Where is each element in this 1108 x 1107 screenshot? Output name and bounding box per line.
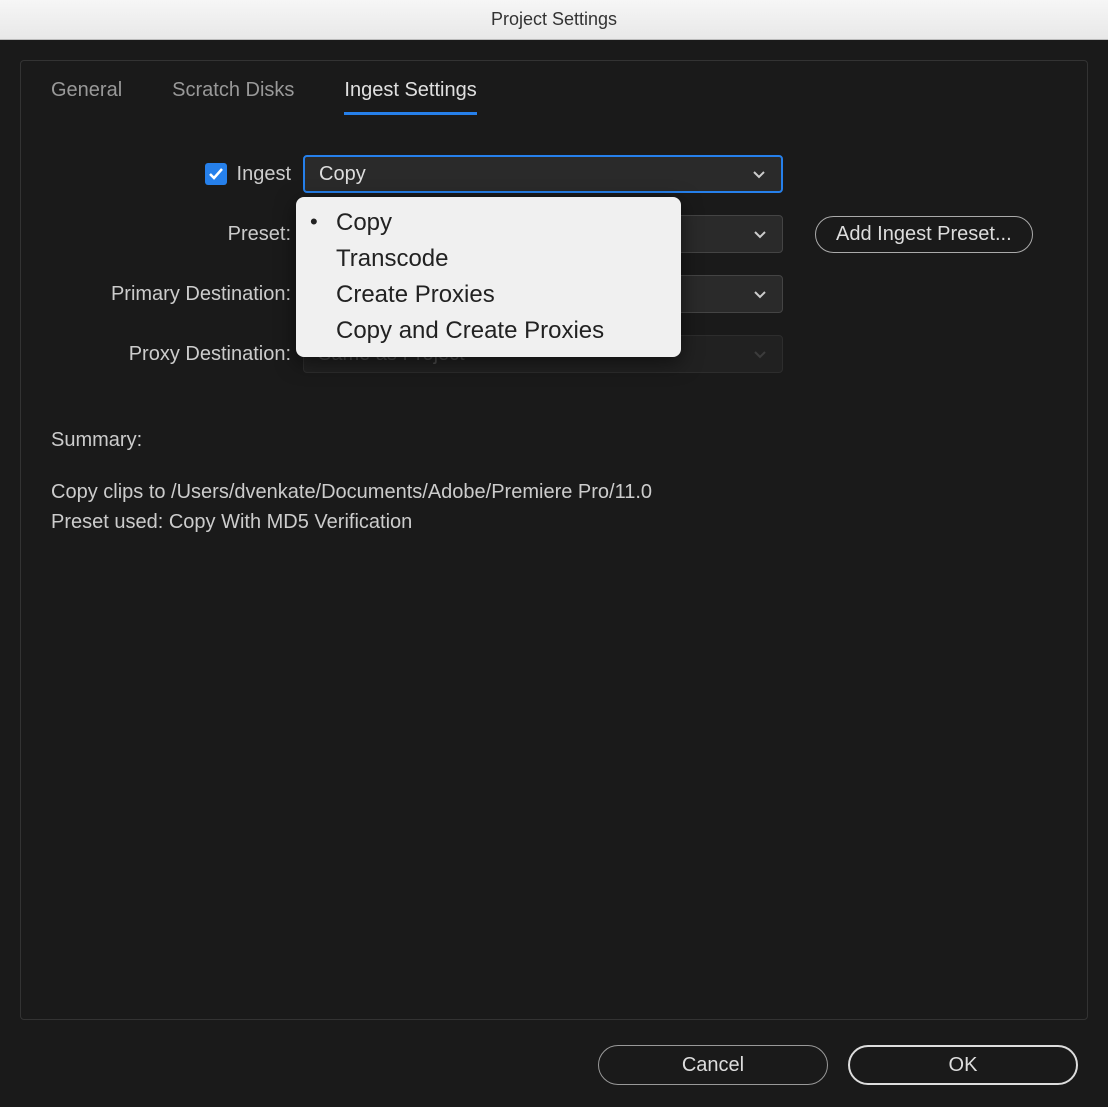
preset-label: Preset: xyxy=(228,223,291,246)
chevron-down-icon xyxy=(752,226,768,242)
tabs-bar: General Scratch Disks Ingest Settings xyxy=(21,61,1087,115)
ingest-option-copy[interactable]: Copy xyxy=(296,205,681,241)
dialog-footer: Cancel OK xyxy=(598,1045,1078,1085)
preset-label-col: Preset: xyxy=(51,223,291,246)
ingest-option-copy-and-create-proxies[interactable]: Copy and Create Proxies xyxy=(296,313,681,349)
tab-scratch-disks[interactable]: Scratch Disks xyxy=(172,79,294,115)
summary-title: Summary: xyxy=(51,425,1027,455)
ingest-label-col: Ingest xyxy=(51,163,291,186)
chevron-down-icon xyxy=(752,286,768,302)
primary-destination-label: Primary Destination: xyxy=(111,283,291,306)
summary-section: Summary: Copy clips to /Users/dvenkate/D… xyxy=(51,395,1057,537)
proxy-destination-label-col: Proxy Destination: xyxy=(51,343,291,366)
ingest-option-create-proxies[interactable]: Create Proxies xyxy=(296,277,681,313)
ingest-option-label: Create Proxies xyxy=(336,281,495,308)
ingest-dropdown-value: Copy xyxy=(319,163,366,186)
summary-line2: Preset used: Copy With MD5 Verification xyxy=(51,507,1027,537)
ingest-option-label: Copy and Create Proxies xyxy=(336,317,604,344)
cancel-button[interactable]: Cancel xyxy=(598,1045,828,1085)
tab-ingest-settings[interactable]: Ingest Settings xyxy=(344,79,476,115)
proxy-destination-label: Proxy Destination: xyxy=(129,343,291,366)
ingest-label: Ingest xyxy=(237,163,291,186)
summary-line1: Copy clips to /Users/dvenkate/Documents/… xyxy=(51,477,1027,507)
settings-panel: General Scratch Disks Ingest Settings In… xyxy=(20,60,1088,1020)
add-ingest-preset-label: Add Ingest Preset... xyxy=(836,223,1012,245)
ok-button[interactable]: OK xyxy=(848,1045,1078,1085)
add-ingest-preset-button[interactable]: Add Ingest Preset... xyxy=(815,216,1033,253)
ingest-checkbox[interactable] xyxy=(205,163,227,185)
tab-ingest-settings-label: Ingest Settings xyxy=(344,79,476,101)
ingest-option-label: Transcode xyxy=(336,245,449,272)
ingest-option-transcode[interactable]: Transcode xyxy=(296,241,681,277)
chevron-down-icon xyxy=(752,346,768,362)
primary-destination-label-col: Primary Destination: xyxy=(51,283,291,306)
ingest-option-label: Copy xyxy=(336,209,392,236)
checkmark-icon xyxy=(208,166,224,182)
ok-button-label: OK xyxy=(949,1054,978,1077)
chevron-down-icon xyxy=(751,166,767,182)
cancel-button-label: Cancel xyxy=(682,1054,744,1077)
dialog-content: General Scratch Disks Ingest Settings In… xyxy=(0,40,1108,1107)
form-area: Ingest Copy Preset: xyxy=(21,115,1087,537)
ingest-dropdown-menu: Copy Transcode Create Proxies Copy and C… xyxy=(296,197,681,357)
ingest-dropdown[interactable]: Copy xyxy=(303,155,783,193)
window-title: Project Settings xyxy=(491,9,617,30)
ingest-row: Ingest Copy xyxy=(51,155,1057,193)
tab-scratch-disks-label: Scratch Disks xyxy=(172,79,294,101)
window-titlebar: Project Settings xyxy=(0,0,1108,40)
tab-general[interactable]: General xyxy=(51,79,122,115)
tab-general-label: General xyxy=(51,79,122,101)
